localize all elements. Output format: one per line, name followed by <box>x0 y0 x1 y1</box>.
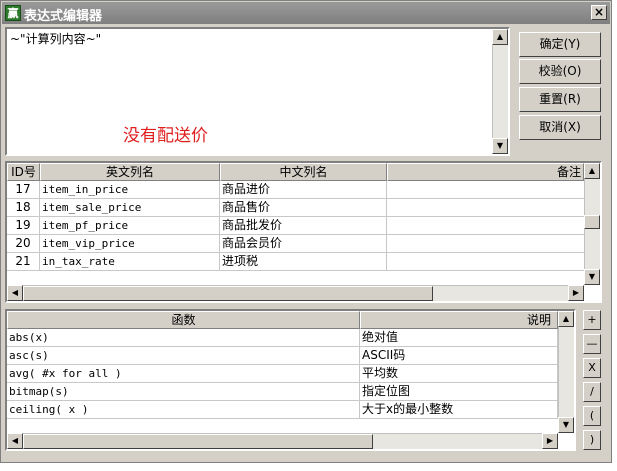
columns-vertical-scrollbar[interactable]: ▲ ▼ <box>584 163 600 285</box>
scroll-up-icon[interactable]: ▲ <box>558 311 574 327</box>
function-name: asc(s) <box>7 347 360 365</box>
window-title: 表达式编辑器 <box>24 9 103 24</box>
background-window-strip <box>0 463 617 471</box>
column-header-chinese-name[interactable]: 中文列名 <box>220 163 387 181</box>
function-description: 平均数 <box>360 365 558 383</box>
column-header-description[interactable]: 说明 <box>360 311 558 329</box>
app-icon: 赢 <box>5 5 21 21</box>
row-chinese-name: 进项税 <box>220 253 387 271</box>
row-chinese-name: 商品进价 <box>220 181 387 199</box>
open-paren-operator-button[interactable]: ( <box>583 406 601 426</box>
row-chinese-name: 商品售价 <box>220 199 387 217</box>
column-header-english-name[interactable]: 英文列名 <box>40 163 220 181</box>
table-row[interactable]: 17 item_in_price 商品进价 <box>7 181 584 199</box>
function-description: 大于x的最小整数 <box>360 401 558 419</box>
editor-note: 没有配送价 <box>123 126 208 146</box>
expression-editor[interactable]: ~"计算列内容~" 没有配送价 ▲ ▼ <box>5 27 510 156</box>
row-english-name: item_pf_price <box>40 217 220 235</box>
row-english-name: item_vip_price <box>40 235 220 253</box>
list-item[interactable]: bitmap(s) 指定位图 <box>7 383 558 401</box>
function-name: ceiling( x ) <box>7 401 360 419</box>
list-item[interactable]: avg( #x for all ) 平均数 <box>7 365 558 383</box>
scroll-right-icon[interactable]: ▶ <box>568 285 584 301</box>
row-english-name: item_in_price <box>40 181 220 199</box>
close-paren-operator-button[interactable]: ) <box>583 430 601 450</box>
close-button[interactable]: × <box>591 5 607 20</box>
table-row[interactable]: 20 item_vip_price 商品会员价 <box>7 235 584 253</box>
reset-button[interactable]: 重置(R) <box>519 87 601 112</box>
row-id: 21 <box>7 253 40 271</box>
columns-table-header: ID号 英文列名 中文列名 备注 <box>7 163 584 181</box>
list-item[interactable]: abs(x) 绝对值 <box>7 329 558 347</box>
title-bar[interactable]: 赢 表达式编辑器 × <box>2 2 610 24</box>
editor-vertical-scrollbar[interactable]: ▲ ▼ <box>492 29 508 154</box>
row-id: 17 <box>7 181 40 199</box>
table-row[interactable]: 21 in_tax_rate 进项税 <box>7 253 584 271</box>
function-name: abs(x) <box>7 329 360 347</box>
divide-operator-button[interactable]: / <box>583 382 601 402</box>
row-id: 20 <box>7 235 40 253</box>
scroll-thumb[interactable] <box>584 215 600 229</box>
verify-button[interactable]: 校验(O) <box>519 59 601 84</box>
functions-table[interactable]: 函数 说明 abs(x) 绝对值 asc(s) ASCII码 avg( #x f… <box>5 309 576 451</box>
row-english-name: item_sale_price <box>40 199 220 217</box>
scroll-up-icon[interactable]: ▲ <box>492 29 508 45</box>
function-name: avg( #x for all ) <box>7 365 360 383</box>
minus-operator-button[interactable]: — <box>583 334 601 354</box>
row-chinese-name: 商品批发价 <box>220 217 387 235</box>
scroll-down-icon[interactable]: ▼ <box>558 417 574 433</box>
functions-vertical-scrollbar[interactable]: ▲ ▼ <box>558 311 574 433</box>
scroll-up-icon[interactable]: ▲ <box>584 163 600 179</box>
functions-table-header: 函数 说明 <box>7 311 558 329</box>
list-item[interactable]: asc(s) ASCII码 <box>7 347 558 365</box>
columns-table[interactable]: ID号 英文列名 中文列名 备注 17 item_in_price 商品进价 1… <box>5 161 602 303</box>
scroll-down-icon[interactable]: ▼ <box>492 138 508 154</box>
column-header-remark[interactable]: 备注 <box>387 163 584 181</box>
column-header-function[interactable]: 函数 <box>7 311 360 329</box>
multiply-operator-button[interactable]: X <box>583 358 601 378</box>
scroll-thumb[interactable] <box>23 286 433 301</box>
confirm-button[interactable]: 确定(Y) <box>519 32 601 57</box>
cancel-button[interactable]: 取消(X) <box>519 115 601 140</box>
scroll-thumb[interactable] <box>23 434 373 449</box>
row-id: 19 <box>7 217 40 235</box>
plus-operator-button[interactable]: + <box>583 310 601 330</box>
row-id: 18 <box>7 199 40 217</box>
expression-editor-window: 赢 表达式编辑器 × ~"计算列内容~" 没有配送价 ▲ ▼ 确定(Y) 校验(… <box>0 0 612 463</box>
expression-text[interactable]: ~"计算列内容~" <box>10 30 101 47</box>
function-description: 指定位图 <box>360 383 558 401</box>
table-row[interactable]: 19 item_pf_price 商品批发价 <box>7 217 584 235</box>
function-name: bitmap(s) <box>7 383 360 401</box>
scroll-down-icon[interactable]: ▼ <box>584 269 600 285</box>
functions-horizontal-scrollbar[interactable]: ◀ ▶ <box>7 433 558 449</box>
columns-horizontal-scrollbar[interactable]: ◀ ▶ <box>7 285 584 301</box>
row-english-name: in_tax_rate <box>40 253 220 271</box>
scroll-left-icon[interactable]: ◀ <box>7 433 23 449</box>
function-description: 绝对值 <box>360 329 558 347</box>
row-chinese-name: 商品会员价 <box>220 235 387 253</box>
scroll-left-icon[interactable]: ◀ <box>7 285 23 301</box>
scroll-right-icon[interactable]: ▶ <box>542 433 558 449</box>
table-row[interactable]: 18 item_sale_price 商品售价 <box>7 199 584 217</box>
list-item[interactable]: ceiling( x ) 大于x的最小整数 <box>7 401 558 419</box>
function-description: ASCII码 <box>360 347 558 365</box>
column-header-id[interactable]: ID号 <box>7 163 40 181</box>
